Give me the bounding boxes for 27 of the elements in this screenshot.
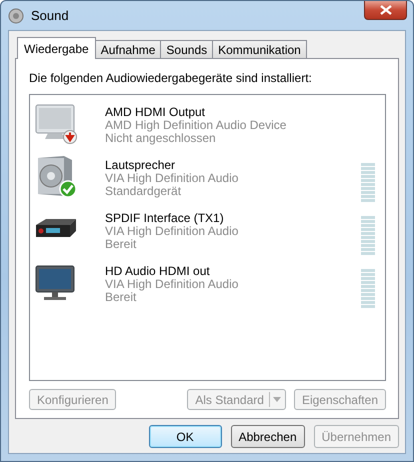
heading-text: Die folgenden Audiowiedergabegeräte sind installiert: [29,71,313,85]
close-button[interactable] [364,1,407,20]
device-name: Lautsprecher [105,159,176,172]
level-meter [361,216,375,255]
window-title: Sound [31,8,69,23]
device-status: Bereit [105,238,136,251]
button[interactable]: Abbrechen [230,425,305,448]
close-icon [380,5,392,15]
device-name: SPDIF Interface (TX1) [105,212,225,225]
tab[interactable]: Sounds [160,40,214,58]
device-driver: VIA High Definition Audio [105,225,240,238]
level-meter [361,163,375,202]
device-driver: VIA High Definition Audio [105,172,240,185]
tab[interactable]: Kommunikation [212,40,307,58]
level-meter [361,269,375,308]
tab[interactable]: Wiedergabe [17,37,96,59]
device-name: AMD HDMI Output [105,106,206,119]
caret-icon [272,397,281,402]
tab[interactable]: Aufnahme [94,40,162,58]
device-driver: VIA High Definition Audio [105,278,240,291]
device-driver: AMD High Definition Audio Device [105,119,288,132]
device-name: HD Audio HDMI out [105,265,211,278]
speaker-icon [8,8,24,24]
device-status: Bereit [105,291,136,304]
device-status: Nicht angeschlossen [105,132,217,145]
button[interactable]: OK [148,425,222,448]
device-status: Standardgerät [105,185,182,198]
